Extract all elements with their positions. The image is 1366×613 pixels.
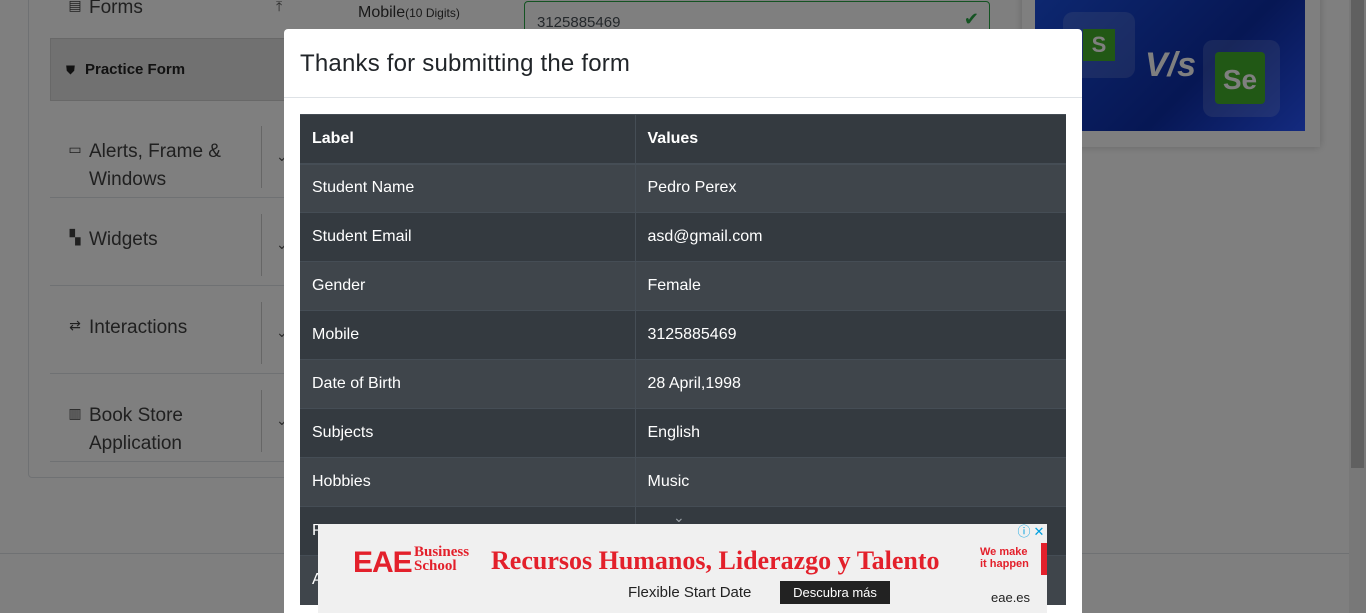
table-row: Subjects English	[300, 408, 1066, 458]
ad-headline: Recursos Humanos, Liderazgo y Talento	[491, 546, 940, 575]
row-label: Mobile	[300, 310, 636, 360]
table-header-row: Label Values	[300, 114, 1066, 165]
row-value: Pedro Perex	[635, 163, 1066, 213]
table-row: Hobbies Music	[300, 457, 1066, 507]
row-label: Hobbies	[300, 457, 636, 507]
row-value: 3125885469	[635, 310, 1066, 360]
row-value: asd@gmail.com	[635, 212, 1066, 262]
header-values: Values	[635, 114, 1066, 165]
row-label: Gender	[300, 261, 636, 311]
ad-cta-button[interactable]: Descubra más	[780, 581, 890, 604]
ad-accent-bar	[1041, 543, 1047, 575]
table-row: Student Name Pedro Perex	[300, 163, 1066, 213]
ad-info-icon[interactable]: ⓘ	[1017, 525, 1031, 539]
ad-close-icon[interactable]: ✕	[1032, 525, 1046, 539]
table-row: Mobile 3125885469	[300, 310, 1066, 360]
row-value: English	[635, 408, 1066, 458]
row-value: 28 April,1998	[635, 359, 1066, 409]
ad-brand-sub: Business School	[414, 544, 470, 574]
modal-title: Thanks for submitting the form	[300, 50, 631, 77]
ad-brand-logo: EAE	[353, 546, 413, 579]
table-row: Date of Birth 28 April,1998	[300, 359, 1066, 409]
table-row: Gender Female	[300, 261, 1066, 311]
row-label: Student Name	[300, 163, 636, 213]
header-label: Label	[300, 114, 636, 165]
table-row: Student Email asd@gmail.com	[300, 212, 1066, 262]
row-value: Music	[635, 457, 1066, 507]
row-label: Subjects	[300, 408, 636, 458]
ad-banner[interactable]: EAE Business School Recursos Humanos, Lid…	[318, 524, 1047, 613]
ad-domain: eae.es	[991, 590, 1031, 605]
modal-header: Thanks for submitting the form	[284, 29, 1082, 98]
ad-tagline: We make it happen	[980, 546, 1029, 570]
ad-subline: Flexible Start Date	[628, 584, 752, 601]
row-value: Female	[635, 261, 1066, 311]
row-label: Date of Birth	[300, 359, 636, 409]
row-label: Student Email	[300, 212, 636, 262]
